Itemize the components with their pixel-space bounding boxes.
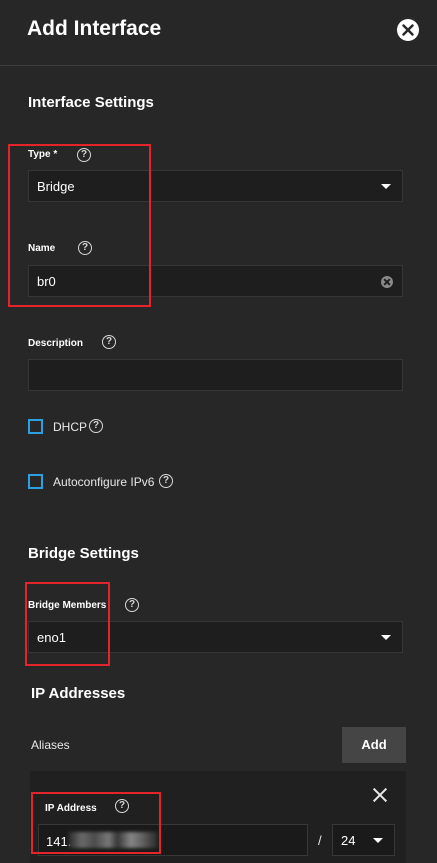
name-help-icon[interactable]: ? <box>78 241 92 255</box>
bridge-members-label: Bridge Members <box>28 600 107 611</box>
bridge-members-select-value: eno1 <box>37 630 66 645</box>
type-help-icon[interactable]: ? <box>77 148 91 162</box>
bridge-settings-heading: Bridge Settings <box>28 545 139 562</box>
name-label: Name <box>28 243 56 254</box>
netmask-select[interactable]: 24 <box>332 824 395 856</box>
description-help-icon[interactable]: ? <box>102 335 116 349</box>
type-label: Type * <box>28 149 58 160</box>
dhcp-label: DHCP <box>53 420 88 434</box>
name-input[interactable]: br0 <box>28 265 403 297</box>
close-circle-icon[interactable] <box>397 19 419 41</box>
dhcp-checkbox[interactable] <box>28 419 43 434</box>
netmask-separator: / <box>318 833 322 848</box>
description-label: Description <box>28 338 84 349</box>
redacted-ip-blur <box>68 832 158 848</box>
interface-settings-heading: Interface Settings <box>28 94 154 111</box>
description-input[interactable] <box>28 359 403 391</box>
clear-circle-icon[interactable] <box>381 276 393 288</box>
ip-address-help-icon[interactable]: ? <box>115 799 129 813</box>
dhcp-help-icon[interactable]: ? <box>89 419 103 433</box>
name-input-value: br0 <box>37 274 56 289</box>
remove-alias-close-icon[interactable] <box>372 787 388 803</box>
netmask-select-value: 24 <box>341 833 356 848</box>
caret-down-icon <box>381 635 391 640</box>
aliases-label: Aliases <box>31 738 70 752</box>
bridge-members-help-icon[interactable]: ? <box>125 598 139 612</box>
ip-address-label: IP Address <box>45 803 97 814</box>
close-glyph <box>402 24 414 36</box>
type-select[interactable]: Bridge <box>28 170 403 202</box>
autoconfigure-ipv6-label: Autoconfigure IPv6 <box>53 475 155 489</box>
dialog-title: Add Interface <box>27 17 162 40</box>
autoconfigure-ipv6-help-icon[interactable]: ? <box>159 474 173 488</box>
autoconfigure-ipv6-checkbox[interactable] <box>28 474 43 489</box>
bridge-members-select[interactable]: eno1 <box>28 621 403 653</box>
caret-down-icon <box>381 184 391 189</box>
dialog-header: Add Interface <box>0 0 437 66</box>
ip-addresses-heading: IP Addresses <box>31 685 126 702</box>
add-alias-button[interactable]: Add <box>342 727 406 763</box>
type-select-value: Bridge <box>37 179 75 194</box>
caret-down-icon <box>373 838 383 843</box>
